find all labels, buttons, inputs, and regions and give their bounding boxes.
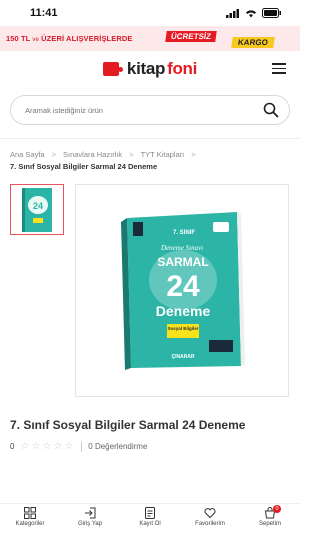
breadcrumb-sep: >	[51, 150, 56, 159]
search-input[interactable]	[25, 105, 225, 115]
tab-login[interactable]: Giriş Yap	[60, 504, 120, 533]
battery-icon	[262, 8, 281, 18]
grid-icon	[24, 507, 36, 519]
promo-banner[interactable]: 150 TL ve ÜZERİ ALIŞVERİŞLERDE ÜCRETSİZ …	[0, 26, 300, 51]
breadcrumb-item[interactable]: Sınavlara Hazırlık	[63, 150, 122, 159]
search-icon[interactable]	[263, 102, 279, 118]
breadcrumb-sep: >	[129, 150, 134, 159]
hamburger-menu-icon[interactable]	[272, 63, 286, 74]
breadcrumb-item[interactable]: Ana Sayfa	[10, 150, 45, 159]
book-cover-image: 7. SINIF Deneme Sınavı SARMAL 24 Deneme …	[121, 212, 245, 370]
product-main-image[interactable]: 7. SINIF Deneme Sınavı SARMAL 24 Deneme …	[75, 184, 289, 397]
search-bar	[10, 95, 290, 125]
breadcrumb: Ana Sayfa > Sınavlara Hazırlık > TYT Kit…	[0, 139, 300, 159]
product-title: 7. Sınıf Sosyal Bilgiler Sarmal 24 Denem…	[10, 418, 246, 432]
site-header: kitap foni	[0, 51, 300, 87]
register-icon	[145, 507, 155, 519]
login-icon	[85, 507, 96, 519]
promo-text: 150 TL ve ÜZERİ ALIŞVERİŞLERDE	[6, 34, 133, 43]
heart-icon	[204, 508, 216, 519]
thumbnail-book-image: 24	[22, 187, 52, 232]
tab-label: Giriş Yap	[77, 521, 103, 527]
breadcrumb-current: 7. Sınıf Sosyal Bilgiler Sarmal 24 Denem…	[10, 162, 158, 171]
cover-series: SARMAL	[157, 255, 208, 269]
tab-label: Sepetim	[258, 521, 281, 527]
rating-divider	[81, 441, 83, 452]
cover-number: 24	[166, 270, 200, 303]
tab-label: Kayıt Ol	[139, 521, 161, 527]
wifi-icon	[246, 9, 256, 17]
reviews-link[interactable]: 0 Değerlendirme	[88, 442, 147, 451]
tab-cart[interactable]: 0 Sepetim	[240, 504, 300, 533]
signal-icon	[226, 8, 239, 18]
rating-stars[interactable]: ☆☆☆☆☆	[20, 441, 75, 452]
status-icons	[226, 8, 282, 18]
cover-publisher: ÇINARAR	[171, 354, 194, 360]
tab-categories[interactable]: Kategoriler	[0, 504, 60, 533]
status-bar: 11:41	[0, 0, 300, 26]
tab-register[interactable]: Kayıt Ol	[120, 504, 180, 533]
product-gallery: 24 7. SINIF Deneme Sınavı SARMAL 24 Dene…	[0, 184, 300, 399]
site-logo[interactable]: kitap foni	[102, 59, 198, 79]
tab-label: Favorilerim	[195, 521, 225, 527]
clock: 11:41	[30, 7, 58, 19]
svg-text:24: 24	[33, 201, 43, 211]
product-thumbnail[interactable]: 24	[10, 184, 64, 235]
breadcrumb-sep: >	[191, 150, 196, 159]
cart-count-badge: 0	[273, 505, 281, 513]
promo-cargo-label: KARGO	[231, 37, 275, 48]
logo-foni: foni	[167, 59, 198, 78]
tab-label: Kategoriler	[15, 521, 45, 527]
tab-favorites[interactable]: Favorilerim	[180, 504, 240, 533]
bottom-tab-bar: Kategoriler Giriş Yap Kayıt Ol Favoriler…	[0, 503, 300, 533]
cover-subject: Sosyal Bilgiler	[167, 326, 198, 331]
promo-free-label: ÜCRETSİZ	[165, 31, 217, 42]
logo-cart-icon	[102, 62, 123, 76]
breadcrumb-item[interactable]: TYT Kitapları	[141, 150, 185, 159]
logo-kitap: kitap	[126, 59, 166, 78]
product-rating: 0 ☆☆☆☆☆ 0 Değerlendirme	[0, 435, 300, 452]
cover-word: Deneme	[156, 303, 211, 319]
rating-value: 0	[10, 442, 15, 451]
cover-grade: 7. SINIF	[173, 230, 195, 236]
